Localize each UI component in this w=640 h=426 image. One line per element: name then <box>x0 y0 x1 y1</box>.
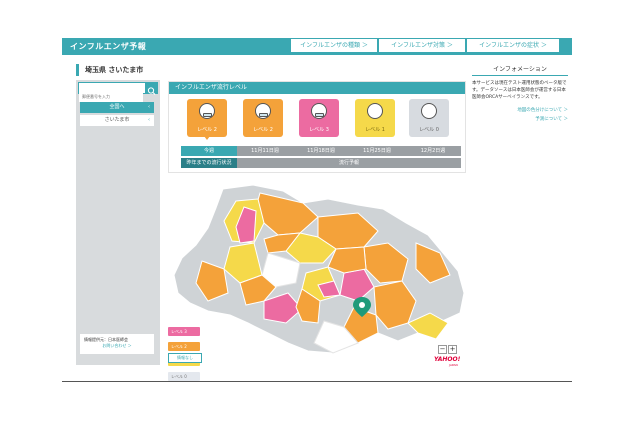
map-color-link[interactable]: 地図の色分けについて ＞ <box>472 107 568 113</box>
provider-box: 情報提供元：日本医師会 お問い合わせ ＞ <box>80 334 154 354</box>
contact-link[interactable]: お問い合わせ ＞ <box>84 343 150 349</box>
sidebar-item-national[interactable]: 全国へ ‹ <box>80 102 154 113</box>
prefecture-map[interactable] <box>168 183 466 368</box>
search-box <box>78 82 158 102</box>
tab-week-4[interactable]: 12月2日週 <box>405 146 461 156</box>
postal-code-input[interactable] <box>79 91 143 102</box>
nav-flu-types[interactable]: インフルエンザの種類 ＞ <box>291 39 377 52</box>
no-info-button[interactable]: 情報なし <box>168 353 202 363</box>
forecast-link[interactable]: 予測について ＞ <box>472 116 568 122</box>
top-header: インフルエンザ予報 インフルエンザの種類 ＞ インフルエンザ対策 ＞ インフルエ… <box>62 38 572 55</box>
tab-week-current[interactable]: 今週 <box>181 146 237 156</box>
bottom-divider <box>62 381 572 382</box>
search-icon <box>147 87 156 95</box>
level-card-week-4[interactable]: レベル 0 <box>409 99 449 137</box>
level-panel: インフルエンザ流行レベル レベル 2 レベル 2 レベル 3 レベル 1 レベル… <box>168 81 466 173</box>
provider-text: 情報提供元：日本医師会 <box>84 337 128 342</box>
search-button[interactable] <box>145 82 158 95</box>
chevron-left-icon: ‹ <box>148 117 150 123</box>
app-title: インフルエンザ予報 <box>70 42 147 51</box>
sidebar-item-label: さいたま市 <box>104 117 130 123</box>
info-title: インフォメーション <box>472 64 568 76</box>
level-card-week-1[interactable]: レベル 2 <box>243 99 283 137</box>
level-label: レベル 2 <box>253 127 273 133</box>
face-mask-icon <box>199 103 215 119</box>
app-frame: インフルエンザ予報 インフルエンザの種類 ＞ インフルエンザ対策 ＞ インフルエ… <box>62 38 572 382</box>
info-body: 本サービスは現在テスト運用状態のベータ版です。データソースは日本医師会が運営する… <box>472 81 567 100</box>
zoom-out-button[interactable]: − <box>438 345 447 354</box>
page-title: 埼玉県 さいたま市 <box>76 64 143 76</box>
level-card-week-3[interactable]: レベル 1 <box>355 99 395 137</box>
face-icon <box>421 103 437 119</box>
level-label: レベル 2 <box>197 127 217 133</box>
yahoo-logo: YAHOO! <box>434 356 461 363</box>
face-mask-icon <box>255 103 271 119</box>
sidebar-item-saitama[interactable]: さいたま市 ‹ <box>80 115 154 126</box>
level-card-week-2[interactable]: レベル 3 <box>299 99 339 137</box>
level-label: レベル 3 <box>309 127 329 133</box>
sidebar: 全国へ ‹ さいたま市 ‹ 情報提供元：日本医師会 お問い合わせ ＞ <box>76 80 160 365</box>
info-panel: インフォメーション 本サービスは現在テスト運用状態のベータ版です。データソースは… <box>472 64 568 122</box>
tab-week-1[interactable]: 11月11日週 <box>237 146 293 156</box>
zoom-in-button[interactable]: + <box>448 345 457 354</box>
legend-level-0: レベル 0 <box>168 372 200 381</box>
level-label: レベル 1 <box>365 127 385 133</box>
legend-level-3: レベル 3 <box>168 327 200 336</box>
face-icon <box>367 103 383 119</box>
yahoo-logo-sub: JAPAN <box>449 363 458 367</box>
nav-flu-symptoms[interactable]: インフルエンザの症状 ＞ <box>467 39 559 52</box>
chevron-left-icon: ‹ <box>148 104 150 110</box>
legend-level-2: レベル 2 <box>168 342 200 351</box>
map-regions <box>173 184 465 354</box>
face-mask-icon <box>311 103 327 119</box>
nav-flu-measures[interactable]: インフルエンザ対策 ＞ <box>379 39 465 52</box>
tab-week-2[interactable]: 11月18日週 <box>293 146 349 156</box>
sidebar-item-label: 全国へ <box>109 104 125 110</box>
level-label: レベル 0 <box>419 127 439 133</box>
status-forecast: 流行予報 <box>237 158 461 168</box>
tab-week-3[interactable]: 11月25日週 <box>349 146 405 156</box>
panel-title: インフルエンザ流行レベル <box>169 82 465 94</box>
level-card-current[interactable]: レベル 2 <box>187 99 227 140</box>
status-past: 昨年までの流行状況 <box>181 158 237 168</box>
